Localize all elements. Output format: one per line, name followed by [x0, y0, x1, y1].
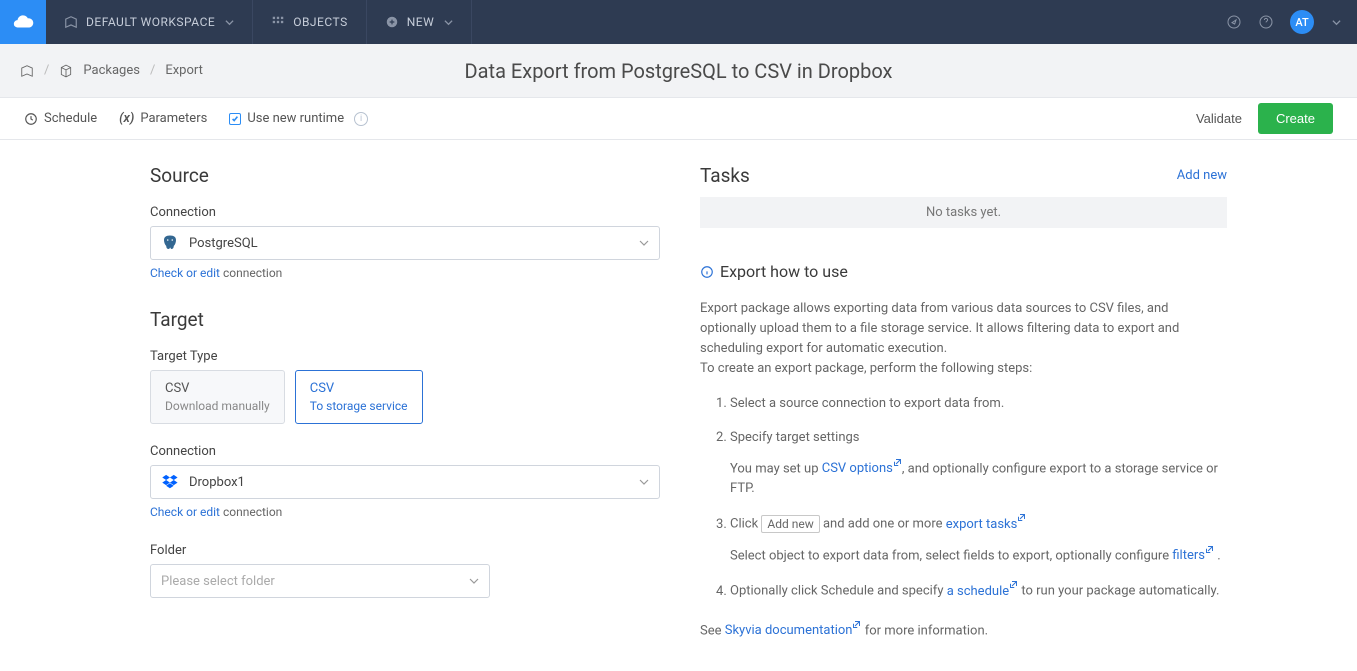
page-title: Data Export from PostgreSQL to CSV in Dr… — [0, 59, 1357, 83]
cloud-icon — [12, 11, 34, 33]
csv-options-link[interactable]: CSV options — [822, 461, 902, 476]
target-heading: Target — [150, 308, 660, 331]
top-right: AT — [1226, 0, 1357, 44]
target-type-csv-manual[interactable]: CSV Download manually — [150, 370, 285, 424]
chevron-down-icon — [639, 238, 649, 248]
source-connection-select[interactable]: PostgreSQL — [150, 226, 660, 260]
tasks-heading: Tasks — [700, 164, 750, 187]
left-column: Source Connection PostgreSQL Check or ed… — [150, 164, 660, 641]
external-link-icon — [1009, 580, 1018, 589]
dropbox-icon — [161, 473, 179, 491]
right-column: Tasks Add new No tasks yet. Export how t… — [700, 164, 1227, 641]
target-check-edit-link[interactable]: Check or edit — [150, 505, 220, 519]
howto-step-1: Select a source connection to export dat… — [730, 394, 1227, 414]
target-connection-select[interactable]: Dropbox1 — [150, 465, 660, 499]
target-type-csv-storage[interactable]: CSV To storage service — [295, 370, 423, 424]
breadcrumb-packages[interactable]: Packages — [83, 63, 140, 78]
add-new-task-link[interactable]: Add new — [1177, 168, 1227, 183]
help-icon[interactable] — [1258, 14, 1274, 30]
external-link-icon — [1017, 513, 1026, 522]
folder-select[interactable]: Please select folder — [150, 564, 490, 598]
source-check-edit-link[interactable]: Check or edit — [150, 266, 220, 280]
source-connection-value: PostgreSQL — [189, 236, 639, 251]
source-check-edit: Check or edit connection — [150, 266, 660, 280]
schedule-button[interactable]: Schedule — [24, 111, 97, 126]
top-nav: DEFAULT WORKSPACE OBJECTS NEW AT — [0, 0, 1357, 44]
target-check-edit: Check or edit connection — [150, 505, 660, 519]
export-tasks-link[interactable]: export tasks — [946, 517, 1027, 532]
user-avatar[interactable]: AT — [1290, 10, 1314, 34]
external-link-icon — [1205, 545, 1214, 554]
use-new-runtime-toggle[interactable]: Use new runtime i — [229, 111, 368, 126]
chevron-down-icon — [639, 477, 649, 487]
chevron-down-icon[interactable] — [1332, 18, 1341, 27]
skyvia-docs-link[interactable]: Skyvia documentation — [725, 623, 862, 638]
source-heading: Source — [150, 164, 660, 187]
checkbox-checked-icon — [229, 113, 241, 125]
grid-icon — [271, 15, 285, 29]
target-connection-label: Connection — [150, 444, 660, 459]
validate-button[interactable]: Validate — [1196, 111, 1242, 126]
nav-new-label: NEW — [407, 15, 435, 29]
nav-workspace-label: DEFAULT WORKSPACE — [86, 15, 215, 29]
howto-step-4: Optionally click Schedule and specify a … — [730, 580, 1227, 601]
tasks-header: Tasks Add new — [700, 164, 1227, 187]
main-content: Source Connection PostgreSQL Check or ed… — [0, 140, 1357, 671]
chevron-down-icon — [225, 18, 234, 27]
filters-link[interactable]: filters — [1172, 548, 1214, 563]
add-new-inline-button: Add new — [761, 515, 819, 533]
howto-step-3: Click Add new and add one or more export… — [730, 513, 1227, 566]
howto-title: Export how to use — [700, 262, 1227, 281]
source-connection-label: Connection — [150, 205, 660, 220]
parameters-icon: (x) — [119, 111, 134, 126]
howto-body: Export package allows exporting data fro… — [700, 299, 1227, 641]
external-link-icon — [893, 458, 902, 467]
target-type-row: CSV Download manually CSV To storage ser… — [150, 370, 660, 424]
postgresql-icon — [161, 234, 179, 252]
chevron-down-icon — [444, 18, 453, 27]
nav-objects-label: OBJECTS — [293, 15, 348, 29]
package-icon — [59, 64, 73, 78]
tasks-empty: No tasks yet. — [700, 197, 1227, 228]
target-connection-value: Dropbox1 — [189, 475, 639, 490]
create-button[interactable]: Create — [1258, 103, 1333, 134]
app-logo[interactable] — [0, 0, 46, 44]
info-icon[interactable]: i — [354, 112, 368, 126]
clock-icon — [24, 112, 38, 126]
parameters-button[interactable]: (x) Parameters — [119, 111, 207, 126]
nav-new[interactable]: NEW — [367, 0, 473, 44]
breadcrumb: / Packages / Export — [0, 63, 203, 78]
title-bar: / Packages / Export Data Export from Pos… — [0, 44, 1357, 98]
target-type-label: Target Type — [150, 349, 660, 364]
nav-workspace[interactable]: DEFAULT WORKSPACE — [46, 0, 253, 44]
folder-placeholder: Please select folder — [161, 574, 469, 589]
toolbar: Schedule (x) Parameters Use new runtime … — [0, 98, 1357, 140]
howto-step-2: Specify target settings You may set up C… — [730, 428, 1227, 500]
plus-circle-icon — [385, 15, 399, 29]
breadcrumb-current: Export — [165, 63, 203, 78]
schedule-link[interactable]: a schedule — [947, 584, 1018, 599]
external-link-icon — [852, 620, 861, 629]
workspace-icon[interactable] — [20, 64, 34, 78]
info-icon — [700, 265, 714, 279]
nav-objects[interactable]: OBJECTS — [253, 0, 367, 44]
compass-icon[interactable] — [1226, 14, 1242, 30]
folder-label: Folder — [150, 543, 660, 558]
chevron-down-icon — [469, 576, 479, 586]
workspace-icon — [64, 15, 78, 29]
